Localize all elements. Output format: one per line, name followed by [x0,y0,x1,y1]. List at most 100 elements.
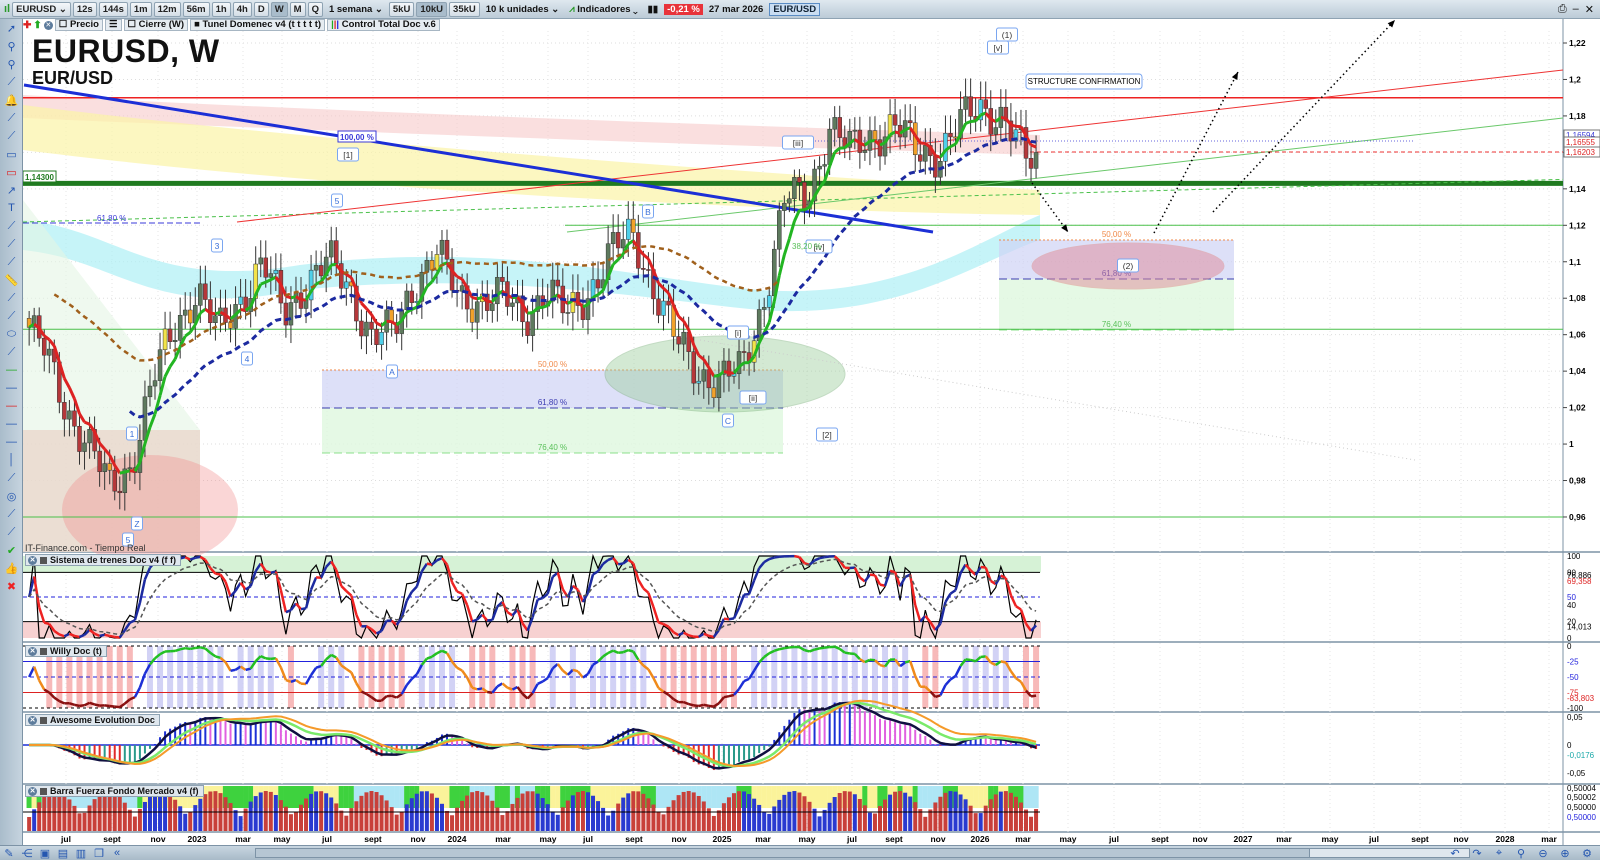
settings-icon[interactable]: ⚙ [1578,847,1596,860]
close-panel-icon[interactable]: ✕ [28,715,37,725]
barra-background-cell [816,786,823,808]
pause-icon[interactable]: ▮▮ [644,4,662,15]
delete-tool-icon[interactable]: ✖ [0,577,23,595]
up-icon[interactable]: ⬆ [33,20,41,31]
pencil-icon[interactable]: ✎ [0,847,18,860]
zoom-in-icon[interactable]: ⊕ [1556,847,1574,860]
chat-icon[interactable]: ▣ [36,847,54,860]
close-icon[interactable]: ✕ [1585,3,1594,16]
line-navy-tool-icon[interactable]: — [0,433,23,451]
timeframe-4h[interactable]: 4h [232,1,252,17]
channel-tool-icon[interactable]: ⟋ [0,235,23,253]
zoom-fit-icon[interactable]: ⚲ [1512,847,1530,860]
line-green-tool-icon[interactable]: — [0,361,23,379]
timeframe-D[interactable]: D [253,1,269,17]
pointer-tool-icon[interactable]: ➚ [0,19,23,37]
panel-label-barra[interactable]: ✕ Barra Fuerza Fondo Mercado v4 (f) [25,785,204,797]
gann-tool-icon[interactable]: ⟋ [0,307,23,325]
overlay-control-total[interactable]: ||| Control Total Doc v.6 [327,19,440,31]
alert-tool-icon[interactable]: 🔔 [0,91,23,109]
timeframe-M[interactable]: M [289,1,306,17]
willy-line-segment [618,650,624,655]
close-panel-icon[interactable]: ✕ [28,786,37,796]
abc-waves-tool-icon[interactable]: ⟋ [0,523,23,541]
barra-bar [389,807,394,831]
line-ltblue-tool-icon[interactable]: — [0,415,23,433]
panel-label-sistema[interactable]: ✕ Sistema de trenes Doc v4 (f f) [25,554,182,566]
angle-tool-icon[interactable]: ⟋ [0,469,23,487]
zoom-area-tool-icon[interactable]: ⚲ [0,55,23,73]
share-icon[interactable]: ⋲ [18,847,36,860]
units-dropdown[interactable]: 10 k unidades ⌄ [482,4,563,15]
timeframe-144s[interactable]: 144s [98,1,128,17]
minimize-icon[interactable]: – [1573,3,1579,16]
rectangle-tool-icon[interactable]: ▭ [0,145,23,163]
alert-edit-tool-icon[interactable]: ⟋ [0,73,23,91]
zoom-tool-icon[interactable]: ⚲ [0,37,23,55]
chart-canvas[interactable]: 1,221,21,181,161,141,121,11,081,061,041,… [0,0,1600,860]
awesome-axis-label: 0 [1567,741,1572,750]
symbol-selector[interactable]: EURUSD ⌄ [12,1,71,17]
rectangle-red-tool-icon[interactable]: ▭ [0,163,23,181]
period-dropdown[interactable]: 1 semana ⌄ [325,4,387,15]
check-tool-icon[interactable]: ✔ [0,541,23,559]
pitchfork-tool-icon[interactable]: ⟋ [0,253,23,271]
add-icon[interactable]: ✚ [23,20,31,31]
elliott-waves-tool-icon[interactable]: ⟋ [0,505,23,523]
redo-icon[interactable]: ↷ [1468,847,1486,860]
barra-bar [580,791,585,831]
panel-label-awesome[interactable]: ✕ Awesome Evolution Doc [25,714,160,726]
print-icon[interactable]: ⎙ [1558,3,1567,16]
timeframe-12m[interactable]: 12m [153,1,181,17]
line-dkgreen-tool-icon[interactable]: — [0,379,23,397]
timeframe-1h[interactable]: 1h [211,1,231,17]
text-tool-icon[interactable]: T [0,199,23,217]
scrollbar-thumb[interactable] [1309,849,1469,857]
fib-label-50: 50,00 % [1102,230,1131,239]
circle-tool-icon[interactable]: ◎ [0,487,23,505]
horizontal-scrollbar[interactable] [255,848,1470,858]
volume-10kU[interactable]: 10kU [416,1,448,17]
wave-label: [2] [822,430,831,440]
barra-bar [757,804,762,831]
timeframe-Q[interactable]: Q [307,1,323,17]
cycle-tool-icon[interactable]: ⟋ [0,289,23,307]
vertical-line-tool-icon[interactable]: │ [0,451,23,469]
fast-ma-segment [713,374,720,378]
fibo-level-tool-icon[interactable]: ⟋ [0,127,23,145]
volume-5kU[interactable]: 5kU [388,1,415,17]
pair-badge[interactable]: EUR/USD [769,2,821,16]
list-icon[interactable]: ☰ [104,19,122,31]
overlay-tunel[interactable]: ■ Tunel Domenec v4 (t t t t t) [190,19,326,31]
cursor-tool-icon[interactable]: ⌖ [1490,847,1508,860]
brush-tool-icon[interactable]: ⟋ [0,343,23,361]
overlay-precio[interactable]: ☐ Precio [54,19,103,31]
indicators-button[interactable]: ⩘ Indicadores ⌄ [565,4,641,15]
close-panel-icon[interactable]: ✕ [28,555,37,565]
overlay-cierre[interactable]: ☐ Cierre (W) [123,19,189,31]
time-axis-label: sept [1411,834,1429,844]
layout-icon[interactable]: ▤ [54,847,72,860]
timeframe-W[interactable]: W [270,1,288,17]
timeframe-56m[interactable]: 56m [182,1,210,17]
fib-100-label: 100,00 % [340,133,374,142]
fibo-time-tool-icon[interactable]: ⟋ [0,109,23,127]
ellipse-tool-icon[interactable]: ⬭ [0,325,23,343]
thumbs-up-tool-icon[interactable]: 👍 [0,559,23,577]
close-overlays-icon[interactable]: ✕ [43,20,53,30]
window-icon[interactable]: ❐ [90,847,108,860]
panel-label-willy[interactable]: ✕ Willy Doc (t) [25,645,107,657]
sistema-signal-segment [1000,574,1007,580]
text-alt-tool-icon[interactable]: ⟋ [0,217,23,235]
zoom-out-icon[interactable]: ⊖ [1534,847,1552,860]
indicator-icon[interactable]: ▥ [72,847,90,860]
arrow-tool-icon[interactable]: ↗ [0,181,23,199]
ruler-tool-icon[interactable]: 📏 [0,271,23,289]
close-panel-icon[interactable]: ✕ [28,646,37,656]
timeframe-1m[interactable]: 1m [129,1,152,17]
undo-icon[interactable]: ↶ [1446,847,1464,860]
collapse-icon[interactable]: « [108,847,126,859]
timeframe-12s[interactable]: 12s [72,1,97,17]
volume-35kU[interactable]: 35kU [449,1,480,17]
line-red-tool-icon[interactable]: — [0,397,23,415]
